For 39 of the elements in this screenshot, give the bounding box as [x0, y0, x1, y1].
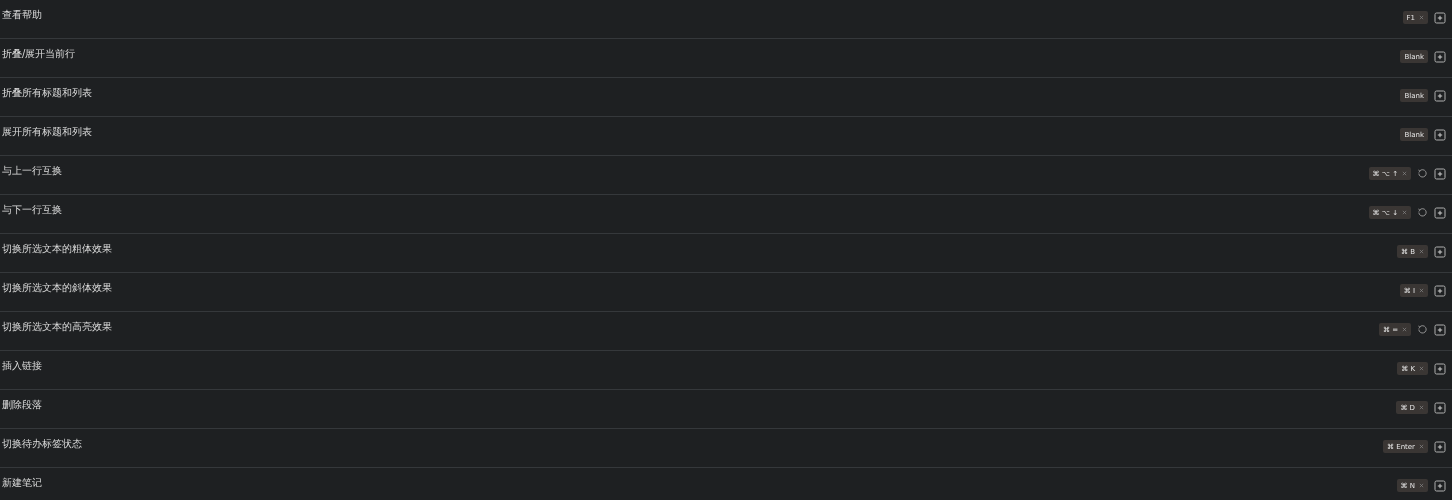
command-label: 与下一行互换	[2, 203, 62, 217]
command-label: 切换所选文本的高亮效果	[2, 320, 112, 334]
add-hotkey-icon[interactable]	[1434, 440, 1446, 453]
command-label: 切换所选文本的粗体效果	[2, 242, 112, 256]
remove-icon[interactable]	[1419, 444, 1424, 449]
command-label: 与上一行互换	[2, 164, 62, 178]
command-label: 新建笔记	[2, 476, 42, 490]
reset-icon[interactable]	[1417, 168, 1428, 179]
command-label: 折叠/展开当前行	[2, 47, 76, 61]
remove-icon[interactable]	[1419, 249, 1424, 254]
reset-icon[interactable]	[1417, 324, 1428, 335]
command-label: 折叠所有标题和列表	[2, 86, 92, 100]
remove-icon[interactable]	[1419, 15, 1424, 20]
add-hotkey-icon[interactable]	[1434, 479, 1446, 492]
add-hotkey-icon[interactable]	[1434, 167, 1446, 180]
add-hotkey-icon[interactable]	[1434, 128, 1446, 141]
add-hotkey-icon[interactable]	[1434, 11, 1446, 24]
remove-icon[interactable]	[1402, 171, 1407, 176]
add-hotkey-icon[interactable]	[1434, 362, 1446, 375]
command-label: 查看帮助	[2, 8, 42, 22]
command-label: 切换所选文本的斜体效果	[2, 281, 112, 295]
remove-icon[interactable]	[1419, 483, 1424, 488]
command-label: 展开所有标题和列表	[2, 125, 92, 139]
command-label: 切换待办标签状态	[2, 437, 82, 451]
remove-icon[interactable]	[1419, 366, 1424, 371]
command-label: 插入链接	[2, 359, 42, 373]
add-hotkey-icon[interactable]	[1434, 50, 1446, 63]
add-hotkey-icon[interactable]	[1434, 401, 1446, 414]
add-hotkey-icon[interactable]	[1434, 323, 1446, 336]
add-hotkey-icon[interactable]	[1434, 284, 1446, 297]
add-hotkey-icon[interactable]	[1434, 89, 1446, 102]
add-hotkey-icon[interactable]	[1434, 206, 1446, 219]
add-hotkey-icon[interactable]	[1434, 245, 1446, 258]
remove-icon[interactable]	[1402, 327, 1407, 332]
remove-icon[interactable]	[1419, 405, 1424, 410]
remove-icon[interactable]	[1419, 288, 1424, 293]
remove-icon[interactable]	[1402, 210, 1407, 215]
command-label: 删除段落	[2, 398, 42, 412]
reset-icon[interactable]	[1417, 207, 1428, 218]
